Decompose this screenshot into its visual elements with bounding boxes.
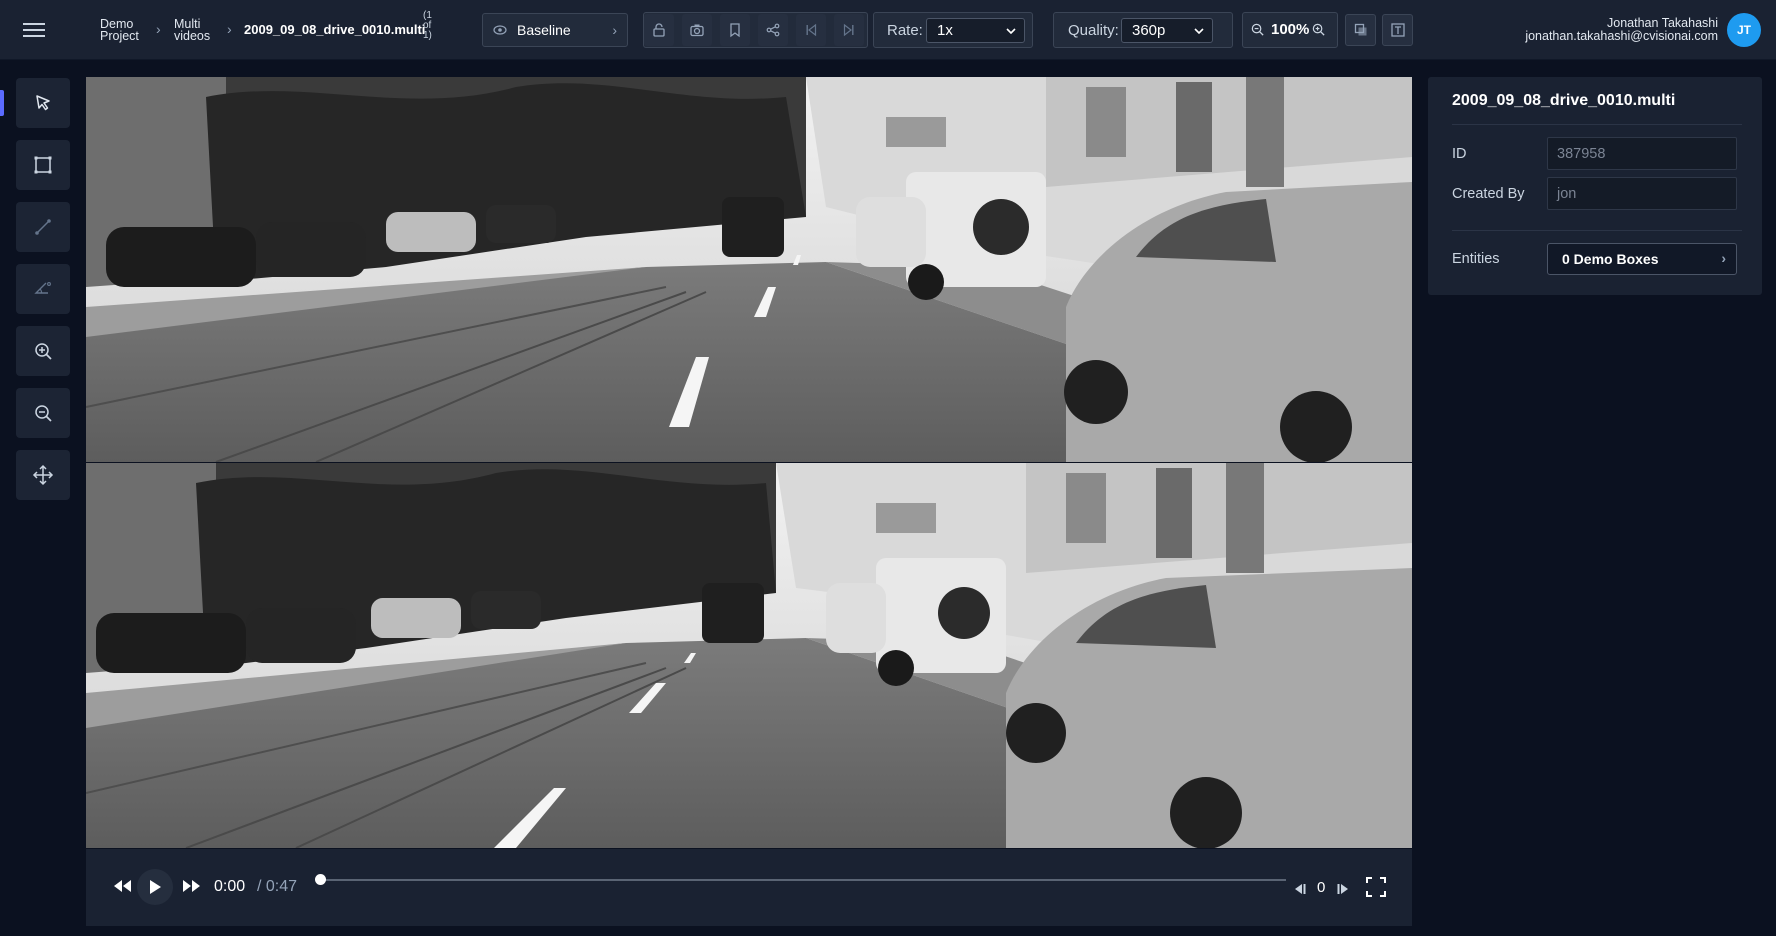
street-scene-image: [86, 463, 1412, 848]
play-button[interactable]: [137, 869, 173, 905]
fullscreen-icon[interactable]: [1366, 877, 1386, 902]
bookmark-icon[interactable]: [720, 14, 750, 46]
timeline-scrubber[interactable]: [315, 874, 326, 885]
cursor-arrow-icon: [36, 95, 50, 111]
zoom-value: 100%: [1271, 21, 1310, 38]
chevron-down-icon: [1194, 27, 1204, 34]
divider: [1452, 124, 1742, 125]
zoom-out-icon[interactable]: [1250, 22, 1265, 42]
text-box-icon[interactable]: [1382, 14, 1413, 46]
breadcrumb-section[interactable]: Multi videos: [174, 18, 211, 43]
created-by-field[interactable]: jon: [1547, 177, 1737, 210]
pan-tool[interactable]: [16, 450, 70, 500]
select-tool[interactable]: [16, 78, 70, 128]
top-bar: Demo Project › Multi videos › 2009_09_08…: [0, 0, 1776, 60]
created-by-label: Created By: [1452, 186, 1525, 202]
chevron-down-icon: [1006, 27, 1016, 34]
breadcrumb-section-line2: videos: [174, 29, 211, 43]
zoom-in-icon[interactable]: [1311, 22, 1326, 42]
box-tool[interactable]: [16, 140, 70, 190]
breadcrumb-chevron-icon: ›: [156, 21, 161, 37]
divider: [1452, 230, 1742, 231]
entities-value: 0 Demo Boxes: [1562, 251, 1659, 267]
frame-back-icon[interactable]: [1293, 882, 1307, 900]
file-count: (1 of 1): [423, 11, 432, 41]
zoom-out-tool[interactable]: [16, 388, 70, 438]
hamburger-menu-icon[interactable]: [18, 17, 50, 43]
file-count-line3: 1): [423, 30, 432, 41]
breadcrumb-project[interactable]: Demo Project: [100, 18, 139, 43]
angle-icon: [34, 282, 51, 294]
id-field[interactable]: 387958: [1547, 137, 1737, 170]
current-time: 0:00: [214, 878, 246, 895]
share-icon[interactable]: [758, 14, 788, 46]
breadcrumb-chevron-icon: ›: [227, 21, 232, 37]
media-info-panel: 2009_09_08_drive_0010.multi ID 387958 Cr…: [1428, 77, 1762, 295]
skip-forward-icon[interactable]: [834, 14, 864, 46]
active-tool-indicator: [0, 90, 4, 116]
play-icon: [150, 880, 161, 894]
chevron-right-icon: ›: [1721, 250, 1726, 266]
view-mode-label: Baseline: [517, 22, 571, 38]
poly-tool[interactable]: [16, 264, 70, 314]
video-frame-bottom[interactable]: [86, 463, 1412, 848]
frame-forward-icon[interactable]: [1336, 882, 1350, 900]
breadcrumb-file-name: 2009_09_08_drive_0010.multi: [244, 22, 426, 37]
rate-label: Rate:: [887, 22, 923, 39]
timeline-track[interactable]: [320, 879, 1286, 881]
avatar[interactable]: JT: [1727, 13, 1761, 47]
chevron-right-icon: ›: [612, 22, 617, 38]
eye-icon: [493, 25, 507, 35]
fast-forward-icon[interactable]: [181, 879, 201, 898]
breadcrumb-project-line2: Project: [100, 29, 139, 43]
total-time: / 0:47: [257, 878, 298, 895]
user-info[interactable]: Jonathan Takahashi jonathan.takahashi@cv…: [1525, 17, 1718, 43]
lock-icon[interactable]: [644, 14, 674, 46]
line-icon: [35, 219, 51, 235]
street-scene-image: [86, 77, 1412, 462]
line-tool[interactable]: [16, 202, 70, 252]
bounding-box-icon: [34, 156, 52, 174]
video-frame-top[interactable]: [86, 77, 1412, 462]
frame-number: 0: [1317, 879, 1326, 896]
quality-value: 360p: [1132, 22, 1166, 39]
move-arrows-icon: [32, 464, 54, 486]
media-title: 2009_09_08_drive_0010.multi: [1452, 92, 1676, 109]
camera-icon[interactable]: [682, 14, 712, 46]
id-label: ID: [1452, 146, 1467, 162]
zoom-out-icon: [35, 405, 52, 422]
rewind-icon[interactable]: [113, 879, 133, 898]
zoom-in-icon: [35, 343, 52, 360]
player-controls: 0:00 / 0:47 0: [86, 849, 1412, 926]
copy-icon[interactable]: [1345, 14, 1376, 46]
zoom-in-tool[interactable]: [16, 326, 70, 376]
quality-select[interactable]: 360p: [1121, 18, 1213, 43]
entities-label: Entities: [1452, 251, 1500, 267]
quality-label: Quality:: [1068, 22, 1119, 39]
rate-select[interactable]: 1x: [926, 18, 1025, 43]
view-mode-dropdown[interactable]: Baseline ›: [482, 13, 628, 47]
user-email: jonathan.takahashi@cvisionai.com: [1525, 29, 1718, 43]
skip-back-icon[interactable]: [796, 14, 826, 46]
rate-value: 1x: [937, 22, 953, 39]
entities-button[interactable]: 0 Demo Boxes ›: [1547, 243, 1737, 275]
